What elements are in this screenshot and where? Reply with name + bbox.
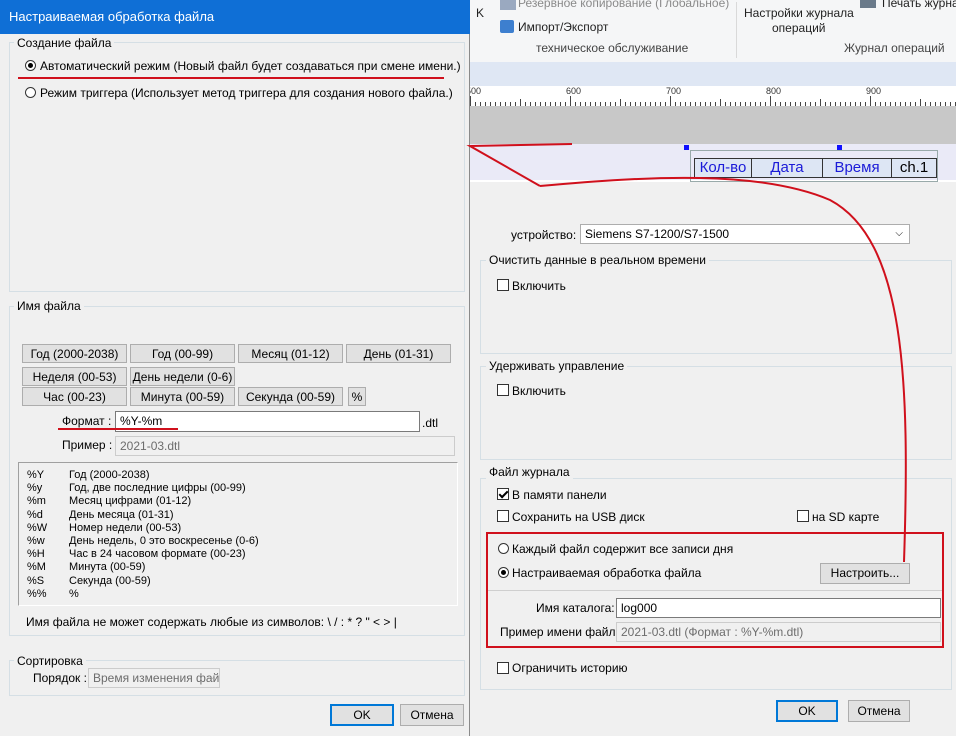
annotation-arrow-head <box>466 143 573 187</box>
annotation-arrow <box>466 143 907 563</box>
annotation-arrow-curve <box>539 176 907 563</box>
